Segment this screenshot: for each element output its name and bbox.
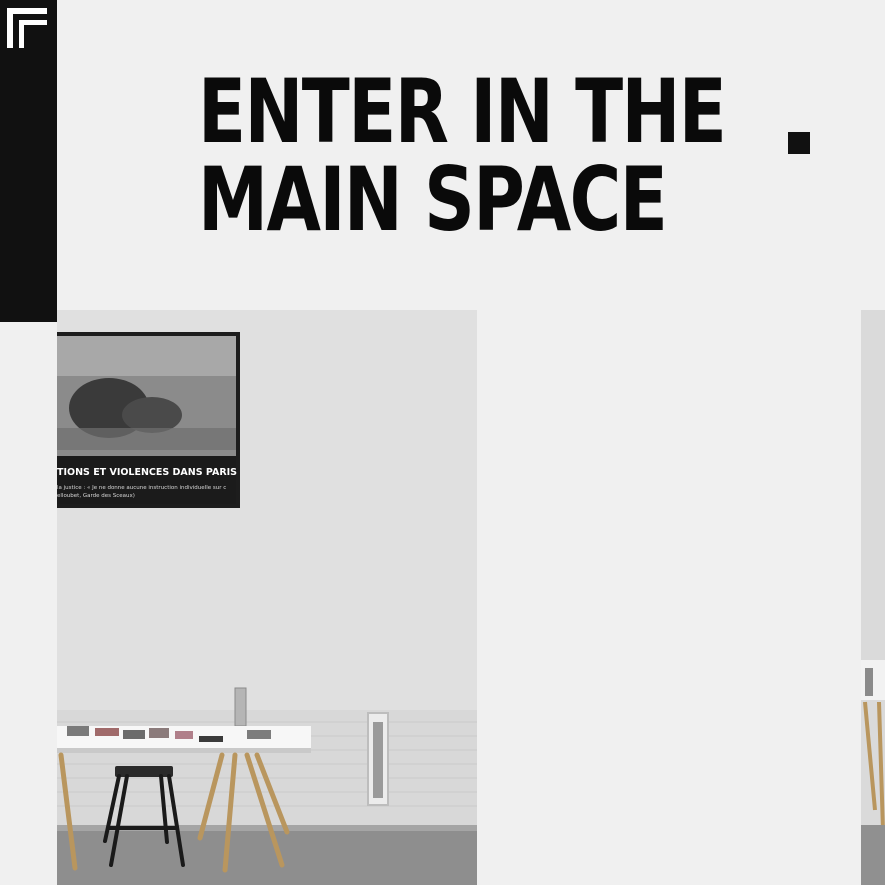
poster-caption-1: la justice : « Je ne donne aucune instru… bbox=[57, 485, 226, 491]
brand-logo-icon[interactable] bbox=[7, 8, 47, 48]
page-title-line-1: ENTER IN THE bbox=[198, 60, 727, 163]
poster-caption-2: elloubet, Garde des Sceaux) bbox=[57, 493, 135, 499]
gallery-photo-next[interactable] bbox=[861, 310, 885, 885]
poster-headline: TIONS ET VIOLENCES DANS PARIS bbox=[57, 467, 237, 478]
square-dot-icon bbox=[788, 132, 810, 154]
gallery-photo-main-space[interactable]: TIONS ET VIOLENCES DANS PARIS la justice… bbox=[57, 310, 477, 885]
page-title-line-2: MAIN SPACE bbox=[198, 148, 668, 251]
page-title: ENTER IN THE MAIN SPACE bbox=[198, 60, 727, 251]
gallery-scene: TIONS ET VIOLENCES DANS PARIS la justice… bbox=[57, 310, 477, 885]
gallery-scene-next bbox=[861, 310, 885, 885]
sidebar bbox=[0, 0, 57, 322]
